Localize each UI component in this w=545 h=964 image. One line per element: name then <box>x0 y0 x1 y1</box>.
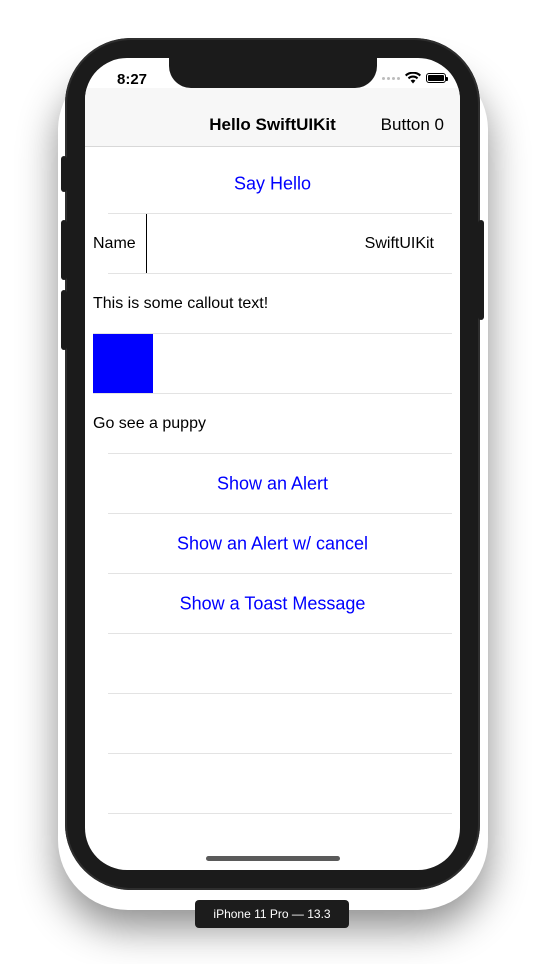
list: Say Hello Name SwiftUIKit This is some c… <box>85 154 460 814</box>
list-row-empty <box>85 694 460 754</box>
list-row-puppy[interactable]: Go see a puppy <box>85 394 460 454</box>
list-row-color <box>85 334 460 394</box>
say-hello-button[interactable]: Say Hello <box>85 174 460 195</box>
list-row-show-alert-cancel[interactable]: Show an Alert w/ cancel <box>85 514 460 574</box>
home-indicator[interactable] <box>206 856 340 861</box>
blue-square <box>93 334 153 394</box>
navigation-bar: Hello SwiftUIKit Button 0 <box>85 88 460 147</box>
notch <box>169 58 377 88</box>
device-label: iPhone 11 Pro — 13.3 <box>195 900 349 928</box>
list-row-show-toast[interactable]: Show a Toast Message <box>85 574 460 634</box>
list-row-show-alert[interactable]: Show an Alert <box>85 454 460 514</box>
device-silent-switch <box>61 156 67 192</box>
wifi-icon <box>405 72 421 84</box>
name-field[interactable]: SwiftUIKit <box>365 235 434 253</box>
battery-icon <box>426 73 448 83</box>
signal-dots-icon <box>382 76 400 80</box>
show-alert-cancel-button[interactable]: Show an Alert w/ cancel <box>85 534 460 555</box>
name-label: Name <box>93 235 136 252</box>
list-row-say-hello[interactable]: Say Hello <box>85 154 460 214</box>
device-volume-up <box>61 220 67 280</box>
device-power-button <box>478 220 484 320</box>
show-toast-button[interactable]: Show a Toast Message <box>85 594 460 615</box>
list-row-empty <box>85 754 460 814</box>
name-field-cursor <box>146 214 147 274</box>
callout-text: This is some callout text! <box>93 295 269 312</box>
nav-right-button[interactable]: Button 0 <box>381 115 444 135</box>
list-row-empty <box>85 634 460 694</box>
list-row-callout: This is some callout text! <box>85 274 460 334</box>
row-separator <box>108 813 452 814</box>
list-row-name: Name SwiftUIKit <box>85 214 460 274</box>
status-icons <box>382 72 448 84</box>
show-alert-button[interactable]: Show an Alert <box>85 474 460 495</box>
device-volume-down <box>61 290 67 350</box>
puppy-link[interactable]: Go see a puppy <box>93 415 206 433</box>
status-time: 8:27 <box>117 71 148 88</box>
screen: 8:27 Hello SwiftUIKit Button 0 Say Hello… <box>85 58 460 870</box>
